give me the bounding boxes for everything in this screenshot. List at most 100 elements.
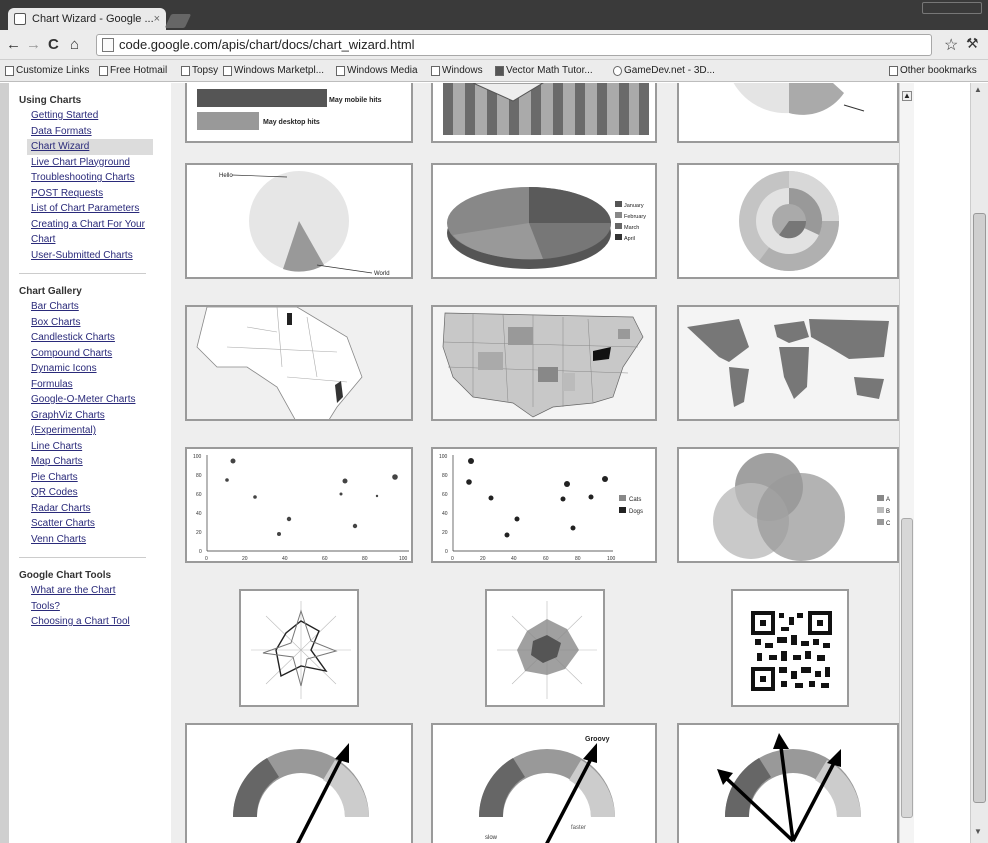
gallery-item-scatter-legend[interactable]: 100 80 60 40 20 0 0 20 40 60 80 100 Cats…: [429, 439, 661, 575]
gallery-item-meter-labeled[interactable]: Groovy slow faster: [429, 723, 661, 843]
gallery-item-qr-code[interactable]: [675, 581, 899, 717]
sidebar-item-qr-codes[interactable]: QR Codes: [31, 485, 156, 501]
forward-arrow-icon[interactable]: →: [26, 36, 41, 54]
sidebar-item-post-requests[interactable]: POST Requests: [31, 186, 156, 202]
bookmark-item[interactable]: Windows: [430, 60, 483, 81]
sidebar-item-choosing-chart-tool[interactable]: Choosing a Chart Tool: [31, 614, 156, 630]
page-icon: [102, 38, 114, 52]
concentric-pie-thumbnail: [739, 171, 839, 271]
sidebar-item-compound-charts[interactable]: Compound Charts: [31, 346, 156, 362]
meter-multi-thumbnail: [717, 733, 861, 843]
y-tick: 80: [442, 473, 448, 479]
browser-toolbar: ← → C ⌂ code.google.com/apis/chart/docs/…: [0, 30, 988, 60]
y-tick: 20: [442, 530, 448, 536]
bookmark-page-icon: [223, 66, 232, 76]
gallery-item-radar-filled[interactable]: [429, 581, 661, 717]
gallery-item-concentric-pie[interactable]: [675, 155, 899, 291]
meter-label-slow: slow: [485, 835, 498, 841]
gallery-item-pie-3d[interactable]: January February March April: [429, 155, 661, 291]
sidebar-item-box-charts[interactable]: Box Charts: [31, 315, 156, 331]
sidebar-item-candlestick-charts[interactable]: Candlestick Charts: [31, 330, 156, 346]
bookmark-item[interactable]: Windows Media: [335, 60, 418, 81]
sidebar-item-map-charts[interactable]: Map Charts: [31, 454, 156, 470]
sidebar-item-chart-parameters[interactable]: List of Chart Parameters: [31, 201, 156, 217]
bar-mobile: [197, 89, 327, 107]
y-tick: 80: [196, 473, 202, 479]
scroll-up-arrow-icon[interactable]: ▲: [902, 91, 912, 101]
page-scrollbar[interactable]: ▲ ▼: [970, 83, 988, 843]
meter-label-faster: faster: [571, 825, 586, 831]
sidebar-item-google-o-meter[interactable]: Google-O-Meter Charts: [31, 392, 156, 408]
wrench-icon[interactable]: ⚒: [966, 35, 979, 52]
sidebar-item-scatter-charts[interactable]: Scatter Charts: [31, 516, 156, 532]
gallery-item-map-africa[interactable]: [183, 297, 415, 433]
gallery-item-map-world[interactable]: [675, 297, 899, 433]
back-arrow-icon[interactable]: ←: [6, 36, 21, 54]
reload-icon[interactable]: C: [48, 36, 59, 54]
sidebar-item-getting-started[interactable]: Getting Started: [31, 108, 156, 124]
sidebar-item-data-formats[interactable]: Data Formats: [31, 124, 156, 140]
bookmark-page-icon: [181, 66, 190, 76]
x-tick: 80: [362, 556, 368, 562]
gallery-item-pie-chart[interactable]: Hello World: [183, 155, 415, 291]
sidebar-section-title: Google Chart Tools: [19, 570, 112, 581]
sidebar-divider: [19, 557, 146, 558]
x-tick: 40: [282, 556, 288, 562]
qr-code-thumbnail: [751, 611, 832, 691]
gallery-scrollbar-thumb[interactable]: [901, 518, 913, 818]
gallery-item-bar-chart[interactable]: May mobile hits May desktop hits: [183, 83, 415, 149]
meter-label-groovy: Groovy: [585, 736, 610, 743]
sidebar-section-title: Using Charts: [19, 95, 82, 106]
gallery-item-scatter[interactable]: 100 80 60 40 20 0 0 20 40 60 80 100: [183, 439, 415, 575]
bookmark-item[interactable]: GameDev.net - 3D...: [612, 60, 715, 81]
page-scrollbar-thumb[interactable]: [973, 213, 986, 803]
sidebar-item-troubleshooting[interactable]: Troubleshooting Charts: [31, 170, 156, 186]
bookmark-item[interactable]: Topsy: [180, 60, 218, 81]
bookmark-item[interactable]: Vector Math Tutor...: [494, 60, 593, 81]
window-controls[interactable]: [922, 2, 982, 14]
pie-label-hello: Hello: [219, 173, 233, 179]
gallery-item-venn[interactable]: A B C: [675, 439, 899, 575]
x-tick: 40: [511, 556, 517, 562]
bookmark-item[interactable]: Customize Links: [4, 60, 89, 81]
bookmark-item[interactable]: Windows Marketpl...: [222, 60, 324, 81]
page-scroll-down-icon[interactable]: ▼: [974, 827, 984, 837]
gallery-item-radar-lines[interactable]: [183, 581, 415, 717]
page-scroll-up-icon[interactable]: ▲: [974, 85, 984, 95]
striped-chart-thumbnail: [443, 83, 649, 135]
sidebar-item-pie-charts[interactable]: Pie Charts: [31, 470, 156, 486]
home-icon[interactable]: ⌂: [70, 36, 79, 54]
other-bookmarks[interactable]: Other bookmarks: [888, 60, 977, 81]
sidebar-item-dynamic-icons[interactable]: Dynamic Icons: [31, 361, 156, 377]
new-tab-button[interactable]: [164, 14, 192, 28]
bookmark-site-icon: [495, 66, 504, 76]
scatter-legend-dogs: Dogs: [629, 509, 643, 515]
sidebar-item-live-chart-playground[interactable]: Live Chart Playground: [31, 155, 156, 171]
sidebar-item-graphviz[interactable]: GraphViz Charts (Experimental): [31, 408, 141, 439]
bookmark-star-icon[interactable]: ☆: [944, 35, 958, 55]
sidebar-item-line-charts[interactable]: Line Charts: [31, 439, 156, 455]
gallery-item-pie-partial[interactable]: [675, 83, 899, 149]
y-tick: 20: [196, 530, 202, 536]
sidebar-item-radar-charts[interactable]: Radar Charts: [31, 501, 156, 517]
right-margin: [914, 83, 970, 843]
gallery-item-meter-multi[interactable]: [675, 723, 899, 843]
sidebar-item-user-submitted[interactable]: User-Submitted Charts: [31, 248, 156, 264]
gallery-item-meter[interactable]: [183, 723, 415, 843]
tab-close-icon[interactable]: ×: [154, 8, 160, 30]
address-bar[interactable]: code.google.com/apis/chart/docs/chart_wi…: [96, 34, 932, 56]
sidebar-item-formulas[interactable]: Formulas: [31, 377, 156, 393]
bookmark-item[interactable]: Free Hotmail: [98, 60, 167, 81]
gallery-item-bar-stripes[interactable]: [429, 83, 661, 149]
page-favicon-icon: [14, 13, 26, 25]
gallery-item-map-usa[interactable]: [429, 297, 661, 433]
sidebar-item-chart-wizard[interactable]: Chart Wizard: [27, 139, 153, 155]
sidebar-item-venn-charts[interactable]: Venn Charts: [31, 532, 156, 548]
folder-icon: [889, 66, 898, 76]
sidebar-item-what-are-chart-tools[interactable]: What are the Chart Tools?: [31, 583, 141, 614]
gallery-scrollbar[interactable]: ▲: [899, 83, 914, 843]
sidebar-item-bar-charts[interactable]: Bar Charts: [31, 299, 156, 315]
browser-tab[interactable]: Chart Wizard - Google ... ×: [8, 8, 166, 30]
sidebar-item-creating-chart[interactable]: Creating a Chart For Your Chart: [31, 217, 157, 248]
venn-legend-b: B: [886, 509, 890, 515]
